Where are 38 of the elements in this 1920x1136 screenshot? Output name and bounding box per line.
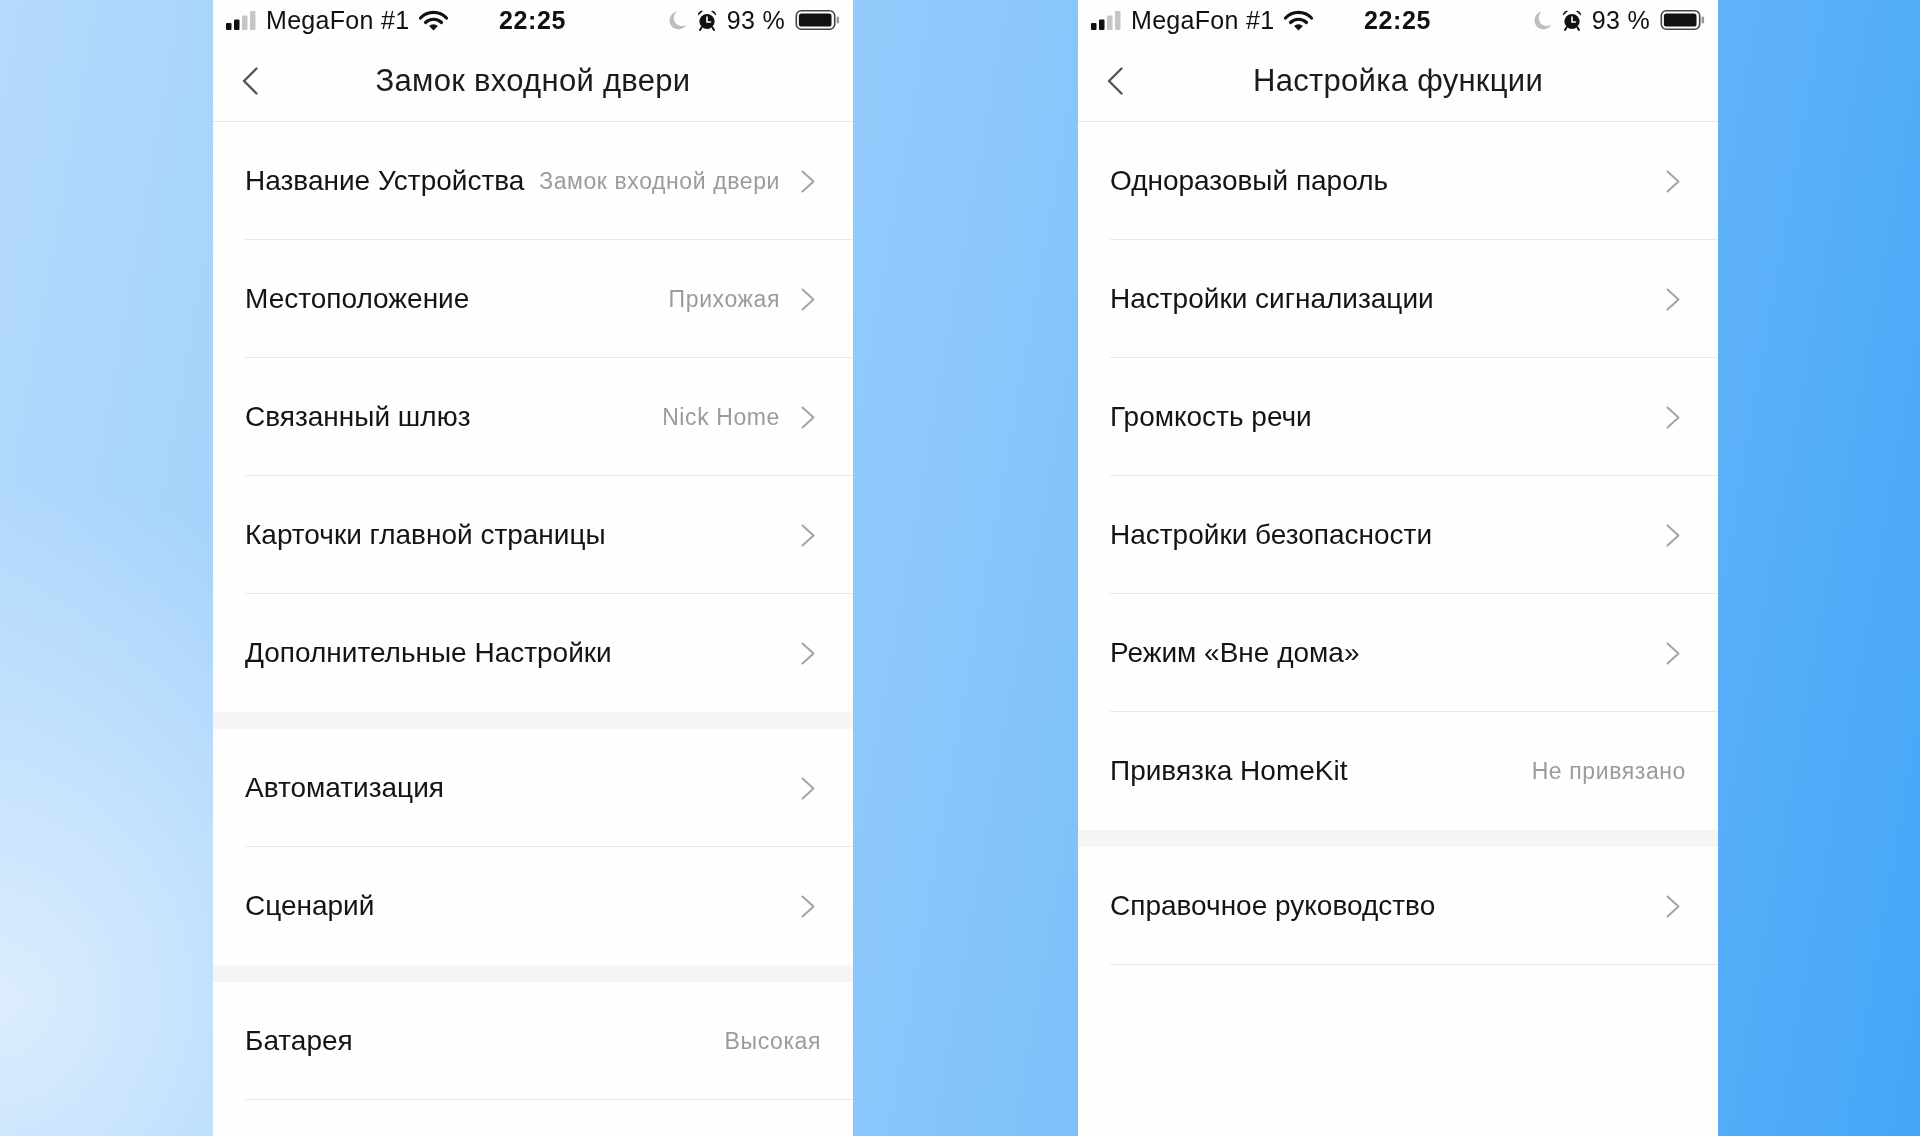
signal-icon: [225, 10, 257, 30]
chevron-right-icon: [801, 641, 815, 665]
signal-icon: [1090, 10, 1122, 30]
chevron-right-icon: [1666, 287, 1680, 311]
alarm-clock-icon: [696, 9, 717, 31]
carrier-name: MegaFon #1: [266, 5, 410, 35]
chevron-right-icon: [801, 287, 815, 311]
chevron-right-icon: [801, 776, 815, 800]
wifi-icon: [1283, 9, 1315, 31]
chevron-right-icon: [1666, 894, 1680, 918]
chevron-right-icon: [801, 523, 815, 547]
battery-percent: 93 %: [1591, 5, 1650, 35]
carrier-name: MegaFon #1: [1131, 5, 1275, 35]
status-time: 22:25: [499, 5, 566, 35]
alarm-clock-icon: [1561, 9, 1582, 31]
screen-title: Настройка функции: [1252, 62, 1544, 99]
chevron-right-icon: [1666, 169, 1680, 193]
chevron-right-icon: [801, 894, 815, 918]
chevron-right-icon: [1666, 641, 1680, 665]
screen-title: Замок входной двери: [375, 62, 691, 99]
moon-icon: [668, 10, 687, 30]
chevron-right-icon: [1666, 523, 1680, 547]
setting-value: Nick Home: [662, 403, 780, 431]
chevron-right-icon: [1666, 405, 1680, 429]
back-icon: [242, 66, 258, 95]
setting-value: Замок входной двери: [539, 167, 780, 195]
back-icon: [1107, 66, 1123, 95]
battery-icon: [1660, 10, 1705, 30]
chevron-right-icon: [801, 169, 815, 193]
battery-icon: [795, 10, 840, 30]
setting-value: Высокая: [724, 1027, 821, 1055]
setting-value: Прихожая: [668, 285, 780, 313]
wifi-icon: [418, 9, 450, 31]
status-time: 22:25: [1364, 5, 1431, 35]
setting-value: Не привязано: [1531, 757, 1686, 785]
chevron-right-icon: [801, 405, 815, 429]
battery-percent: 93 %: [726, 5, 785, 35]
moon-icon: [1533, 10, 1552, 30]
